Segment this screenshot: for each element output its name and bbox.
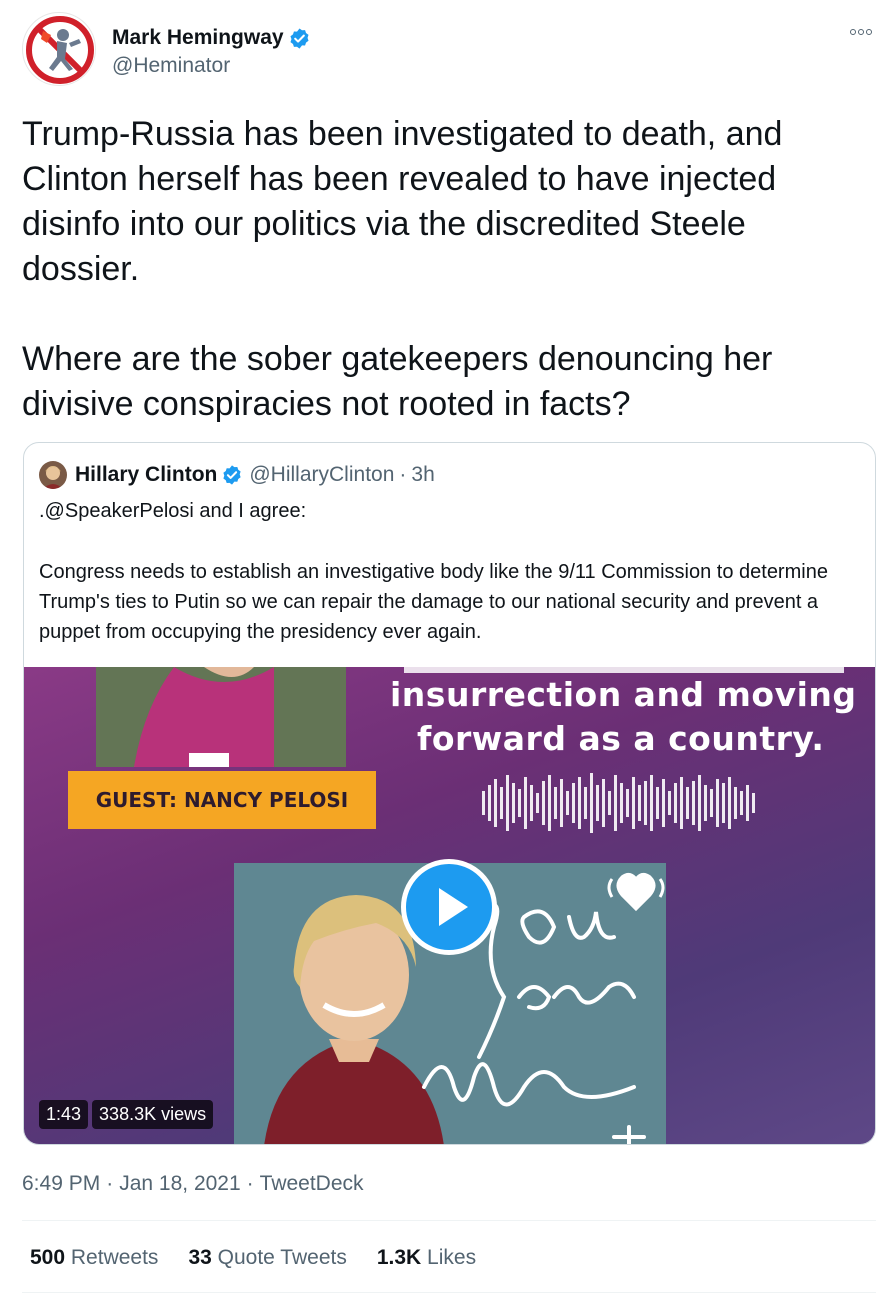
video-headline-line-1: insurrection and moving [390,675,857,714]
quote-tweets-stat[interactable]: 33 Quote Tweets [188,1246,346,1270]
retweets-count: 500 [30,1246,66,1269]
author-avatar-image [26,16,94,84]
tweet-source[interactable]: TweetDeck [260,1172,364,1196]
audio-waveform [482,773,755,833]
separator-dot: · [246,1172,254,1195]
quote-tweets-count: 33 [188,1246,212,1269]
more-options-icon[interactable] [846,22,876,42]
likes-count: 1.3K [376,1246,422,1269]
retweets-label: Retweets [70,1246,159,1269]
play-button[interactable] [401,859,497,955]
video-thumbnail[interactable]: insurrection and moving forward as a cou… [24,667,875,1144]
separator-dot: · [399,463,407,486]
tweet-date[interactable]: Jan 18, 2021 [119,1172,240,1196]
tweet-header: Mark Hemingway @Heminator [22,12,876,92]
quoted-author-name[interactable]: Hillary Clinton [75,463,217,487]
video-badges: 1:43 338.3K views [39,1100,214,1129]
author-handle[interactable]: @Heminator [112,54,230,78]
tweet-stats: 500 Retweets 33 Quote Tweets 1.3K Likes [30,1246,476,1270]
video-views: 338.3K views [92,1100,214,1129]
likes-label: Likes [427,1246,477,1269]
quoted-author-handle[interactable]: @HillaryClinton [249,463,394,487]
video-duration: 1:43 [39,1100,89,1129]
divider [22,1292,876,1293]
play-icon [439,888,468,926]
retweets-stat[interactable]: 500 Retweets [30,1246,158,1270]
likes-stat[interactable]: 1.3K Likes [377,1246,476,1270]
quoted-tweet-time[interactable]: 3h [411,463,434,487]
more-dot [858,29,864,35]
guest-banner: GUEST: NANCY PELOSI [68,771,376,829]
guest-label: GUEST: NANCY PELOSI [95,788,349,812]
author-name[interactable]: Mark Hemingway [112,26,284,50]
video-headline-line-2: forward as a country. [417,719,825,758]
more-dot [866,29,872,35]
quote-tweets-label: Quote Tweets [217,1246,347,1269]
quoted-avatar-image [39,461,67,489]
quoted-author-avatar[interactable] [39,461,67,489]
tweet-meta: 6:49 PM · Jan 18, 2021 · TweetDeck [22,1172,364,1196]
quoted-tweet-body: Congress needs to establish an investiga… [39,561,828,643]
quoted-tweet-header: Hillary Clinton @HillaryClinton · 3h [39,460,435,490]
separator-dot: · [106,1172,114,1195]
verified-badge-icon [290,27,309,49]
quoted-tweet-intro: .@SpeakerPelosi and I agree: [39,500,307,522]
tweet-time[interactable]: 6:49 PM [22,1172,100,1196]
tweet-text: Trump-Russia has been investigated to de… [22,115,783,423]
verified-badge-icon [223,465,241,485]
author-avatar[interactable] [22,12,96,86]
divider [22,1220,876,1221]
author-name-row: Mark Hemingway [112,26,311,50]
more-dot [850,29,856,35]
quoted-tweet-card[interactable]: Hillary Clinton @HillaryClinton · 3h .@S… [23,442,876,1145]
